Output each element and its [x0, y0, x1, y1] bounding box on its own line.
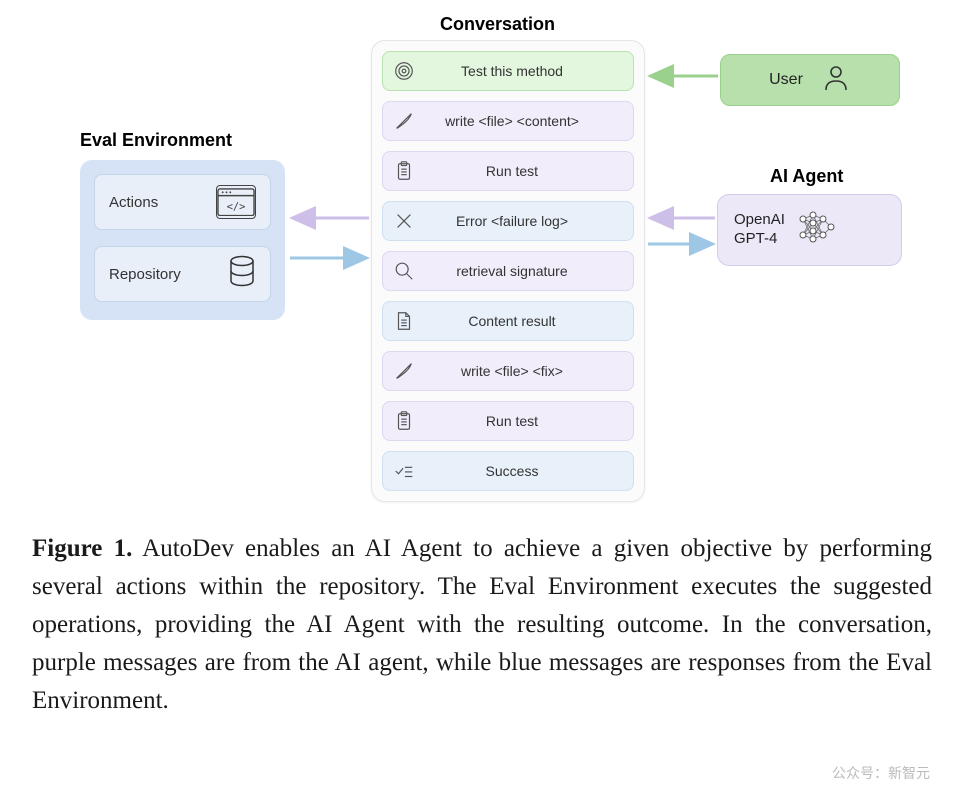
conversation-box: Test this method write <file> <content> Ru… [371, 40, 645, 502]
search-icon [389, 256, 419, 286]
conversation-item: Error <failure log> [382, 201, 634, 241]
eval-env-box: Actions </> Repository [80, 160, 285, 320]
code-window-icon: </> [216, 185, 256, 219]
quill-icon [389, 356, 419, 386]
conversation-item-label: Run test [423, 413, 627, 429]
conversation-item: Success [382, 451, 634, 491]
clipboard-icon [389, 156, 419, 186]
conversation-item-label: Error <failure log> [423, 213, 627, 229]
ai-agent-title: AI Agent [770, 166, 843, 187]
figure-caption-text: AutoDev enables an AI Agent to achieve a… [32, 535, 932, 714]
conversation-item-label: Test this method [423, 63, 627, 79]
user-icon [821, 63, 851, 98]
conversation-item: Content result [382, 301, 634, 341]
target-icon [389, 56, 419, 86]
user-label: User [769, 71, 803, 89]
eval-actions: Actions </> [94, 174, 271, 230]
eval-actions-label: Actions [109, 194, 216, 211]
clipboard-icon [389, 406, 419, 436]
figure-label: Figure 1. [32, 535, 132, 562]
conversation-item-label: Run test [423, 163, 627, 179]
conversation-item: write <file> <content> [382, 101, 634, 141]
conversation-item-label: write <file> <content> [423, 113, 627, 129]
neural-net-icon [797, 209, 835, 252]
database-icon [228, 255, 256, 294]
quill-icon [389, 106, 419, 136]
conversation-item-label: Success [423, 463, 627, 479]
eval-repository-label: Repository [109, 266, 228, 283]
x-icon [389, 206, 419, 236]
eval-repository: Repository [94, 246, 271, 302]
checklist-icon [389, 456, 419, 486]
eval-env-title: Eval Environment [80, 130, 232, 151]
watermark: 公众号：新智元 [832, 763, 930, 783]
ai-agent-model: OpenAIGPT-4 [734, 211, 785, 249]
conversation-item: Run test [382, 401, 634, 441]
conversation-item: write <file> <fix> [382, 351, 634, 391]
conversation-item: Run test [382, 151, 634, 191]
figure-caption: Figure 1. AutoDev enables an AI Agent to… [32, 530, 932, 720]
diagram-canvas: Eval Environment Actions </> Repository … [0, 0, 960, 500]
conversation-item: retrieval signature [382, 251, 634, 291]
doc-icon [389, 306, 419, 336]
conversation-item-label: Content result [423, 313, 627, 329]
conversation-item-label: write <file> <fix> [423, 363, 627, 379]
conversation-item-label: retrieval signature [423, 263, 627, 279]
svg-text:</>: </> [227, 201, 246, 213]
conversation-item: Test this method [382, 51, 634, 91]
conversation-title: Conversation [440, 14, 555, 35]
ai-agent-box: OpenAIGPT-4 [717, 194, 902, 266]
user-box: User [720, 54, 900, 106]
